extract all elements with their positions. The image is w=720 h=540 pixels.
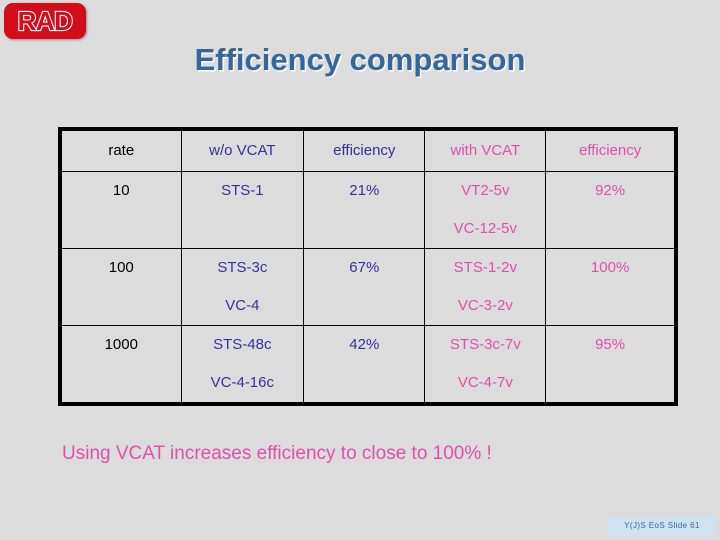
cell-with-vcat: STS-3c-7v VC-4-7v (424, 325, 547, 403)
cell-efficiency-wo: 21% (303, 171, 426, 249)
page-title: Efficiency comparison (194, 42, 526, 77)
table-header-wo-vcat: w/o VCAT (180, 130, 305, 172)
efficiency-comparison-table: rate w/o VCAT efficiency with VCAT effic… (58, 127, 678, 406)
cell-rate: 1000 (61, 325, 182, 403)
cell-text-line2: VC-4-16c (210, 374, 274, 391)
cell-text-line1: STS-3c (217, 259, 268, 276)
cell-text: 10 (112, 182, 130, 199)
cell-wo-vcat: STS-1 (180, 171, 305, 249)
table-header-row: rate w/o VCAT efficiency with VCAT effic… (61, 130, 675, 172)
table-row: 100 STS-3c VC-4 67% STS-1-2v VC-3-2v 100… (61, 248, 675, 326)
rad-logo-text: RAD (16, 5, 74, 37)
cell-with-vcat: VT2-5v VC-12-5v (424, 171, 547, 249)
rad-logo: RAD (4, 3, 86, 39)
cell-text: 21% (349, 182, 380, 199)
cell-text: 100 (108, 259, 134, 276)
cell-text-line1: STS-3c-7v (449, 336, 521, 353)
cell-text: 1000 (104, 336, 138, 353)
cell-efficiency-wo: 42% (303, 325, 426, 403)
cell-text-line2 (182, 210, 304, 248)
table-row: 1000 STS-48c VC-4-16c 42% STS-3c-7v VC-4… (61, 325, 675, 403)
cell-rate: 10 (61, 171, 182, 249)
table-header-rate: rate (61, 130, 182, 172)
cell-text-line2: VC-12-5v (453, 220, 518, 237)
cell-text-line1: STS-1-2v (453, 259, 518, 276)
cell-efficiency-wo: 67% (303, 248, 426, 326)
cell-text: 92% (595, 182, 626, 199)
cell-text-line2: VC-3-2v (457, 297, 513, 314)
cell-text: 95% (595, 336, 626, 353)
slide-footer: Y(J)S EoS Slide 61 (608, 516, 716, 536)
slide-canvas: { "logo": { "text": "RAD", "color": "#d4… (0, 0, 720, 540)
cell-text-line1: STS-1 (221, 182, 264, 199)
cell-text-line1: VT2-5v (461, 182, 510, 199)
cell-text: 67% (349, 259, 380, 276)
cell-text-line1: STS-48c (213, 336, 272, 353)
cell-efficiency-with: 100% (545, 248, 675, 326)
cell-rate: 100 (61, 248, 182, 326)
cell-text: 42% (349, 336, 380, 353)
table-header-with-vcat: with VCAT (424, 130, 547, 172)
table-row: 10 STS-1 21% VT2-5v VC-12-5v 92% (61, 171, 675, 249)
cell-wo-vcat: STS-3c VC-4 (180, 248, 305, 326)
summary-caption: Using VCAT increases efficiency to close… (62, 443, 492, 464)
cell-wo-vcat: STS-48c VC-4-16c (180, 325, 305, 403)
slide-footer-text: Y(J)S EoS Slide 61 (624, 521, 700, 530)
cell-efficiency-with: 95% (545, 325, 675, 403)
cell-with-vcat: STS-1-2v VC-3-2v (424, 248, 547, 326)
cell-text: 100% (590, 259, 630, 276)
table-grid: rate w/o VCAT efficiency with VCAT effic… (61, 130, 675, 403)
cell-text-line2: VC-4 (225, 297, 260, 314)
cell-text-line2: VC-4-7v (457, 374, 513, 391)
cell-efficiency-with: 92% (545, 171, 675, 249)
table-header-efficiency-with: efficiency (545, 130, 675, 172)
table-header-efficiency-wo: efficiency (303, 130, 426, 172)
